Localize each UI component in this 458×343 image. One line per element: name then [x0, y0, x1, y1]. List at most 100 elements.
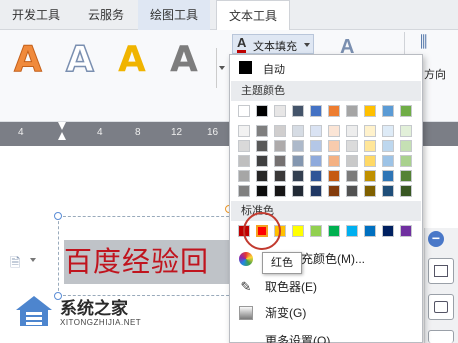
theme-shade-swatch[interactable] — [346, 185, 358, 197]
theme-shade-swatch[interactable] — [238, 170, 250, 182]
theme-shade-swatch[interactable] — [364, 170, 376, 182]
wordart-style-orange[interactable]: A — [14, 38, 43, 82]
theme-shade-swatch[interactable] — [256, 170, 268, 182]
standard-color-swatch[interactable] — [292, 225, 304, 237]
theme-shade-swatch[interactable] — [364, 125, 376, 137]
standard-color-swatch[interactable] — [346, 225, 358, 237]
theme-shade-swatch[interactable] — [274, 140, 286, 152]
tab-drawing-tools[interactable]: 绘图工具 — [138, 0, 211, 30]
theme-shade-swatch[interactable] — [328, 170, 340, 182]
theme-shade-swatch[interactable] — [292, 125, 304, 137]
gradient-icon — [239, 306, 253, 320]
gallery-scroll[interactable] — [216, 48, 226, 88]
theme-shade-swatch[interactable] — [382, 140, 394, 152]
theme-shade-swatch[interactable] — [328, 140, 340, 152]
theme-shade-swatch[interactable] — [346, 125, 358, 137]
theme-color-swatch[interactable] — [256, 105, 268, 117]
theme-shade-swatch[interactable] — [364, 185, 376, 197]
theme-shade-swatch[interactable] — [328, 155, 340, 167]
theme-shade-swatch[interactable] — [256, 125, 268, 137]
text-fill-button[interactable]: A 文本填充 — [232, 34, 314, 54]
theme-shade-swatch[interactable] — [346, 155, 358, 167]
color-wheel-icon — [239, 252, 253, 266]
theme-shade-swatch[interactable] — [274, 185, 286, 197]
theme-shade-swatch[interactable] — [382, 155, 394, 167]
theme-color-swatch[interactable] — [346, 105, 358, 117]
theme-shade-swatch[interactable] — [400, 170, 412, 182]
theme-shade-swatch[interactable] — [328, 185, 340, 197]
wordart-style-gold[interactable]: A — [118, 38, 146, 82]
theme-shade-swatch[interactable] — [310, 140, 322, 152]
theme-color-swatch[interactable] — [292, 105, 304, 117]
theme-shade-swatch[interactable] — [346, 140, 358, 152]
theme-shade-swatch[interactable] — [400, 125, 412, 137]
tab-developer-tools[interactable]: 开发工具 — [0, 0, 72, 30]
theme-shade-swatch[interactable] — [382, 170, 394, 182]
standard-color-swatch[interactable] — [400, 225, 412, 237]
theme-shade-swatch[interactable] — [400, 185, 412, 197]
standard-color-swatch[interactable] — [310, 225, 322, 237]
shape-icon — [434, 301, 448, 313]
chevron-down-icon[interactable] — [30, 258, 36, 262]
theme-shade-swatch[interactable] — [310, 185, 322, 197]
tab-text-tools[interactable]: 文本工具 — [216, 0, 291, 31]
theme-shade-swatch[interactable] — [400, 155, 412, 167]
theme-color-swatch[interactable] — [310, 105, 322, 117]
standard-color-swatch[interactable] — [364, 225, 376, 237]
theme-color-swatch[interactable] — [364, 105, 376, 117]
theme-shade-swatch[interactable] — [256, 155, 268, 167]
theme-shade-swatch[interactable] — [274, 170, 286, 182]
more-settings-item[interactable]: 更多设置(O)... — [231, 329, 421, 343]
theme-shade-swatch[interactable] — [292, 185, 304, 197]
wordart-style-outline[interactable]: A — [65, 38, 94, 82]
wordart-style-gray[interactable]: A — [170, 38, 198, 82]
paragraph-layout-icon[interactable]: 🗎 — [10, 254, 20, 276]
resize-handle[interactable] — [54, 212, 62, 220]
auto-color-item[interactable]: 自动 — [231, 58, 421, 78]
eyedropper-label: 取色器(E) — [265, 280, 317, 294]
theme-shade-swatch[interactable] — [238, 155, 250, 167]
theme-color-swatch[interactable] — [400, 105, 412, 117]
tab-cloud-service[interactable]: 云服务 — [76, 0, 136, 30]
theme-shade-swatch[interactable] — [238, 125, 250, 137]
theme-shade-swatch[interactable] — [292, 155, 304, 167]
eyedropper-item[interactable]: ✎ 取色器(E) — [231, 275, 421, 299]
ruler-number: 16 — [207, 127, 219, 138]
collapse-icon[interactable]: − — [428, 231, 444, 247]
eyedropper-icon: ✎ — [240, 279, 252, 294]
theme-color-swatch[interactable] — [238, 105, 250, 117]
theme-shade-swatch[interactable] — [256, 185, 268, 197]
theme-color-swatch[interactable] — [382, 105, 394, 117]
more-tools-button[interactable] — [428, 330, 454, 343]
more-fill-colors-item[interactable]: 其他填充颜色(M)... — [231, 247, 421, 271]
theme-shade-swatch[interactable] — [346, 170, 358, 182]
theme-color-swatch[interactable] — [328, 105, 340, 117]
theme-shade-swatch[interactable] — [328, 125, 340, 137]
theme-shade-swatch[interactable] — [256, 140, 268, 152]
selected-text[interactable]: 百度经验回 — [64, 240, 230, 284]
theme-shade-swatch[interactable] — [238, 140, 250, 152]
theme-shade-swatch[interactable] — [292, 140, 304, 152]
chevron-down-icon — [304, 43, 310, 47]
theme-shade-swatch[interactable] — [310, 125, 322, 137]
theme-shade-swatch[interactable] — [292, 170, 304, 182]
theme-color-swatch[interactable] — [274, 105, 286, 117]
theme-shade-swatch[interactable] — [382, 125, 394, 137]
shape-style-button[interactable] — [428, 294, 454, 320]
text-direction-icon[interactable]: ⫼ — [420, 34, 427, 52]
standard-color-swatch[interactable] — [382, 225, 394, 237]
theme-shade-swatch[interactable] — [310, 170, 322, 182]
theme-shade-swatch[interactable] — [238, 185, 250, 197]
theme-shade-swatch[interactable] — [274, 125, 286, 137]
theme-shade-swatch[interactable] — [364, 155, 376, 167]
theme-shade-swatch[interactable] — [382, 185, 394, 197]
text-direction-label[interactable]: 方向 — [424, 66, 446, 82]
theme-shade-swatch[interactable] — [400, 140, 412, 152]
theme-shade-swatch[interactable] — [274, 155, 286, 167]
theme-shade-swatch[interactable] — [364, 140, 376, 152]
layout-options-button[interactable] — [428, 258, 454, 284]
ruler-indent-marker[interactable] — [58, 122, 66, 146]
theme-shade-swatch[interactable] — [310, 155, 322, 167]
gradient-item[interactable]: 渐变(G) — [231, 301, 421, 325]
standard-color-swatch[interactable] — [328, 225, 340, 237]
